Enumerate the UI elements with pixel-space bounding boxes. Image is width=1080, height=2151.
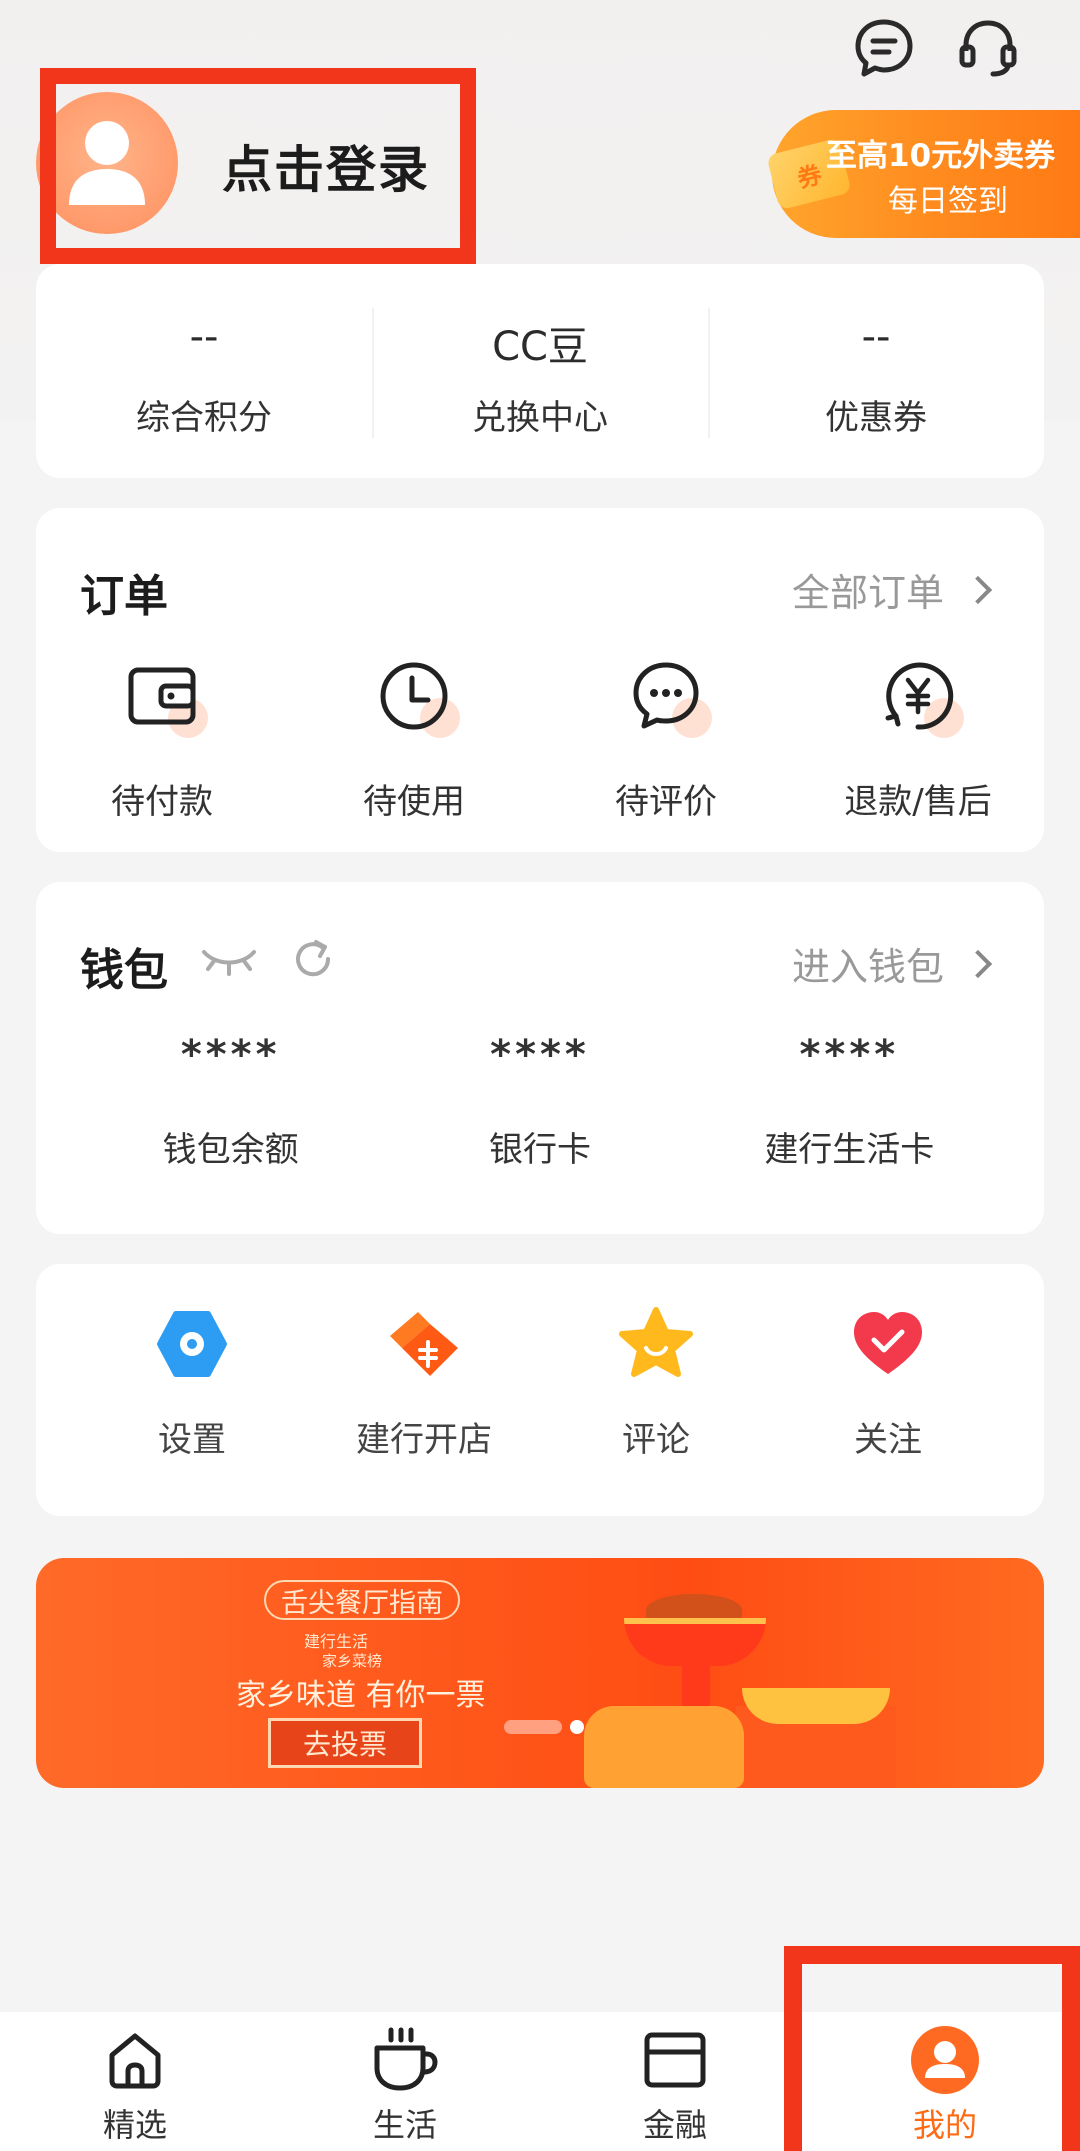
stat-coupons[interactable]: -- 优惠券 bbox=[708, 264, 1044, 478]
tool-label: 评论 bbox=[622, 1420, 690, 1460]
wallet-icon bbox=[122, 656, 208, 738]
tool-label: 设置 bbox=[158, 1420, 226, 1460]
tool-settings[interactable]: 设置 bbox=[76, 1304, 308, 1461]
wallet-label: 钱包余额 bbox=[162, 1130, 299, 1170]
wallet-label: 银行卡 bbox=[488, 1130, 591, 1170]
settings-icon bbox=[157, 1311, 227, 1377]
all-orders-link[interactable]: 全部订单 bbox=[791, 562, 993, 617]
coupon-title: 至高10元外卖券 bbox=[826, 138, 1056, 174]
login-highlight-box bbox=[40, 68, 476, 264]
chat-icon bbox=[626, 656, 712, 738]
banner-sub: 家乡菜榜 bbox=[322, 1652, 383, 1670]
tools-card: 设置 建行开店 评论 关注 bbox=[36, 1264, 1044, 1516]
star-icon bbox=[619, 1307, 693, 1377]
orders-title: 订单 bbox=[80, 571, 168, 622]
refund-icon bbox=[878, 656, 964, 738]
card-icon bbox=[639, 2024, 711, 2096]
stat-value: CC豆 bbox=[492, 324, 588, 370]
bowl-illustration bbox=[742, 1688, 890, 1724]
banner-headline: 家乡味道 有你一票 bbox=[236, 1678, 486, 1713]
banner-brand: 建行生活 bbox=[304, 1632, 369, 1651]
plate-illustration bbox=[624, 1618, 766, 1666]
stat-value: -- bbox=[189, 314, 219, 360]
tab-label: 精选 bbox=[102, 2106, 167, 2144]
tab-label: 生活 bbox=[372, 2106, 437, 2144]
tab-label: 我的 bbox=[912, 2106, 977, 2144]
wallet-value: **** bbox=[490, 1032, 590, 1078]
chevron-right-icon bbox=[963, 575, 993, 604]
tab-label: 金融 bbox=[642, 2106, 707, 2144]
wallet-label: 建行生活卡 bbox=[764, 1130, 935, 1170]
coffee-icon bbox=[369, 2024, 441, 2096]
enter-wallet-label: 进入钱包 bbox=[791, 945, 944, 989]
profile-icon bbox=[909, 2024, 981, 2096]
tool-reviews[interactable]: 评论 bbox=[540, 1304, 772, 1461]
vote-button[interactable]: 去投票 bbox=[268, 1718, 422, 1768]
order-pending-payment[interactable]: 待付款 bbox=[36, 656, 288, 823]
stats-card: -- 综合积分 CC豆 兑换中心 -- 优惠券 bbox=[36, 264, 1044, 478]
wallet-bank-card[interactable]: **** 银行卡 bbox=[385, 1032, 694, 1171]
promo-banner[interactable]: 舌尖餐厅指南 建行生活 家乡菜榜 家乡味道 有你一票 去投票 bbox=[36, 1558, 1044, 1788]
wallet-value: **** bbox=[180, 1032, 281, 1078]
eye-closed-icon[interactable] bbox=[200, 938, 258, 984]
stat-label: 兑换中心 bbox=[472, 398, 608, 438]
order-item-label: 待付款 bbox=[111, 782, 213, 822]
message-icon[interactable] bbox=[848, 12, 920, 84]
wallet-balance[interactable]: **** 钱包余额 bbox=[76, 1032, 385, 1171]
home-icon bbox=[99, 2024, 171, 2096]
bottom-tab-bar: 精选 生活 金融 我的 bbox=[0, 2012, 1080, 2151]
wallet-card: 钱包 进入钱包 **** 钱包余额 **** 银行卡 **** 建行生活卡 bbox=[36, 882, 1044, 1234]
banner-tag: 舌尖餐厅指南 bbox=[264, 1580, 460, 1620]
stat-exchange[interactable]: CC豆 兑换中心 bbox=[372, 264, 708, 478]
tool-label: 建行开店 bbox=[356, 1420, 492, 1460]
coupon-subtitle: 每日签到 bbox=[888, 184, 1008, 219]
customer-service-icon[interactable] bbox=[952, 12, 1024, 84]
pot-illustration bbox=[584, 1706, 744, 1788]
heart-icon bbox=[854, 1312, 922, 1374]
stat-points[interactable]: -- 综合积分 bbox=[36, 264, 372, 478]
order-item-label: 待评价 bbox=[615, 782, 717, 822]
stat-label: 优惠券 bbox=[825, 398, 927, 438]
chevron-right-icon bbox=[963, 949, 993, 978]
wallet-title: 钱包 bbox=[80, 945, 168, 996]
refresh-icon[interactable] bbox=[290, 936, 336, 986]
tool-open-shop[interactable]: 建行开店 bbox=[308, 1304, 540, 1461]
tab-mine[interactable]: 我的 bbox=[810, 2012, 1080, 2151]
tool-follow[interactable]: 关注 bbox=[772, 1304, 1004, 1461]
shop-icon bbox=[390, 1312, 458, 1376]
tool-label: 关注 bbox=[854, 1420, 922, 1460]
order-to-use[interactable]: 待使用 bbox=[288, 656, 540, 823]
tab-featured[interactable]: 精选 bbox=[0, 2012, 270, 2151]
wallet-life-card[interactable]: **** 建行生活卡 bbox=[695, 1032, 1004, 1171]
order-to-review[interactable]: 待评价 bbox=[540, 656, 792, 823]
order-item-label: 待使用 bbox=[363, 782, 465, 822]
tab-life[interactable]: 生活 bbox=[270, 2012, 540, 2151]
stat-label: 综合积分 bbox=[136, 398, 272, 438]
carousel-indicator bbox=[504, 1720, 584, 1734]
order-item-label: 退款/售后 bbox=[844, 782, 992, 822]
orders-card: 订单 全部订单 待付款 待使用 待评价 退款/售后 bbox=[36, 508, 1044, 852]
wallet-value: **** bbox=[799, 1032, 900, 1078]
stat-value: -- bbox=[861, 314, 891, 360]
clock-icon bbox=[374, 656, 460, 738]
order-refund[interactable]: 退款/售后 bbox=[792, 656, 1044, 823]
tab-finance[interactable]: 金融 bbox=[540, 2012, 810, 2151]
enter-wallet-link[interactable]: 进入钱包 bbox=[791, 936, 993, 991]
all-orders-label: 全部订单 bbox=[791, 571, 944, 615]
